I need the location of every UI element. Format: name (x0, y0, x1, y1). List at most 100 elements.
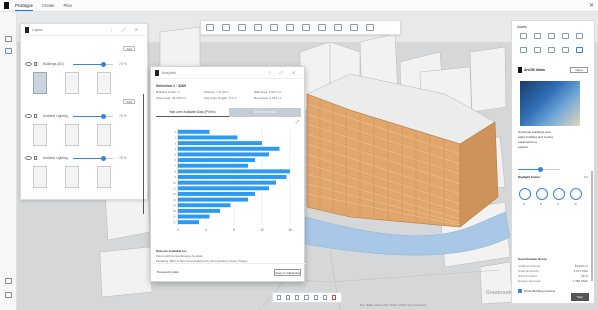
bar[interactable] (178, 152, 269, 157)
panel-window-icons[interactable]: ⋮ ⤢ ✕ (109, 27, 142, 32)
bar[interactable] (178, 129, 210, 134)
layers-icon[interactable] (5, 36, 12, 42)
layer-thumbnail[interactable] (33, 72, 47, 94)
y-tick-label: 1 (174, 130, 176, 134)
opacity-slider[interactable] (73, 61, 113, 67)
close-icon[interactable]: ✕ (589, 2, 594, 9)
rotate-icon[interactable] (238, 24, 246, 31)
daylight-slider-row[interactable] (518, 165, 590, 173)
bar[interactable] (178, 208, 220, 213)
daylight-slider[interactable] (518, 166, 560, 172)
layer-row[interactable]: Ambient Lighting 75 % (25, 112, 141, 120)
screenshot-icon[interactable] (313, 295, 318, 300)
layer-thumbnail[interactable] (65, 124, 79, 146)
bar[interactable] (178, 203, 231, 208)
bar[interactable] (178, 197, 248, 202)
asset-preview-image[interactable] (520, 81, 580, 126)
bar[interactable] (178, 163, 248, 168)
section-title-construction: Construction Score (518, 257, 547, 261)
bar[interactable] (178, 175, 287, 179)
visibility-icon[interactable] (25, 62, 32, 66)
redo-icon[interactable] (366, 24, 374, 31)
visibility-icon[interactable] (25, 156, 32, 160)
copy-to-clipboard-button[interactable]: Copy to Clipboard (274, 269, 301, 276)
opacity-slider[interactable] (73, 155, 113, 161)
layer-thumbnail[interactable] (33, 166, 47, 188)
metric-value: 4,671 kWh (573, 269, 588, 273)
bar[interactable] (178, 220, 199, 225)
home-icon[interactable] (277, 295, 282, 300)
footnote: Floors with Annual Energy Analysis (156, 254, 203, 258)
asset-type-icon[interactable] (534, 33, 541, 39)
tab-available-data[interactable]: Year over Available Data (PV/m²) (156, 108, 229, 117)
add-layer-button[interactable]: Add (123, 99, 135, 104)
asset-type-icon[interactable] (548, 33, 555, 39)
sketch-icon[interactable] (334, 24, 342, 31)
select-icon[interactable] (206, 24, 214, 31)
bar[interactable] (178, 169, 290, 174)
basemap-button[interactable]: Map (571, 293, 589, 301)
settings-icon[interactable] (5, 278, 12, 284)
lock-icon[interactable] (34, 156, 37, 160)
bar[interactable] (178, 135, 238, 140)
asset-type-icon[interactable] (562, 33, 569, 39)
tab-analysis-inputs[interactable]: Analysis Inputs (228, 108, 301, 117)
measure-icon[interactable] (254, 24, 262, 31)
asset-type-icon[interactable] (548, 47, 555, 53)
bookmark-icon[interactable] (5, 48, 12, 54)
zoom-out-icon[interactable] (295, 295, 300, 300)
help-icon[interactable] (5, 292, 12, 298)
layer-thumbnail[interactable] (97, 166, 111, 188)
asset-type-icon[interactable] (520, 33, 527, 39)
x-tick-label: 4 (205, 228, 207, 232)
bar[interactable] (178, 180, 276, 185)
bar[interactable] (178, 191, 255, 196)
lock-icon[interactable] (34, 114, 37, 118)
layer-row[interactable]: Buildings (3D) 75 % (25, 60, 141, 68)
asset-type-icon[interactable] (576, 47, 583, 53)
lock-icon[interactable] (34, 62, 37, 66)
shadow-icon[interactable] (302, 24, 310, 31)
record-icon[interactable] (331, 295, 336, 300)
asset-type-icon[interactable] (562, 47, 569, 53)
bar[interactable] (178, 141, 262, 146)
tab-prototype[interactable]: Prototype (15, 1, 33, 11)
undo-icon[interactable] (350, 24, 358, 31)
tab-create[interactable]: Create (42, 1, 55, 10)
section-title-daylight: Daylight Factor (518, 175, 541, 179)
layer-thumbnail[interactable] (97, 72, 111, 94)
layer-thumbnail[interactable] (33, 124, 47, 146)
description-line: apply building and zoning (518, 135, 553, 139)
compass-icon[interactable] (304, 295, 309, 300)
x-tick-label: 12 (260, 228, 264, 232)
bar[interactable] (178, 186, 269, 191)
zoom-in-icon[interactable] (286, 295, 291, 300)
tab-plan[interactable]: Plan (64, 1, 72, 10)
bar[interactable] (178, 158, 255, 163)
draw-icon[interactable] (286, 24, 294, 31)
open-button[interactable]: Open (570, 67, 588, 73)
expand-icon[interactable]: ⤢ (296, 119, 299, 124)
fullscreen-icon[interactable] (322, 295, 327, 300)
checkbox[interactable] (518, 289, 522, 293)
bar[interactable] (178, 146, 280, 151)
layer-thumbnail[interactable] (65, 72, 79, 94)
add-layer-button[interactable]: Add (123, 46, 135, 51)
layer-thumbnail[interactable] (65, 166, 79, 188)
opacity-slider[interactable] (73, 113, 113, 119)
layer-row[interactable]: Ambient Lighting 75 % (25, 154, 141, 162)
daylight-icon[interactable] (318, 24, 326, 31)
daylight-value: 3.2 (583, 175, 588, 179)
dialog-window-icons[interactable]: ? ⤢ ✕ (268, 70, 299, 75)
stat-value: Wall Area: 2,917 m² (254, 90, 282, 94)
visibility-icon[interactable] (25, 114, 32, 118)
pan-icon[interactable] (222, 24, 230, 31)
asset-type-icon[interactable] (520, 47, 527, 53)
layer-thumbnail[interactable] (97, 124, 111, 146)
slice-icon[interactable] (270, 24, 278, 31)
bar[interactable] (178, 214, 210, 219)
right-panel-scrollbar[interactable] (591, 171, 593, 281)
layers-scrollbar[interactable] (142, 94, 144, 214)
asset-type-icon[interactable] (534, 47, 541, 53)
asset-type-icon[interactable] (576, 33, 583, 39)
